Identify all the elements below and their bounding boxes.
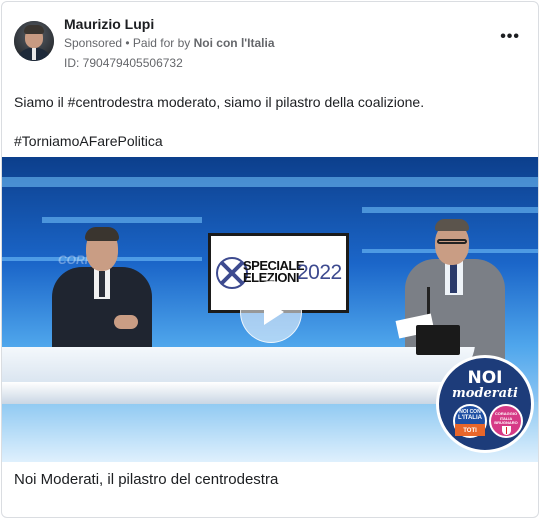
logo-title: NOI [467,368,503,388]
sponsored-label: Sponsored [64,36,123,50]
logo-right-bottom: BRUGNARO [494,420,518,425]
video-caption: Noi Moderati, il pilastro del centrodest… [14,471,279,488]
payer-name[interactable]: Noi con l'Italia [194,36,275,50]
logo-party-left: NOI CON L'ITALIA TOTI [453,404,487,438]
shield-icon [502,426,511,435]
screen-year: 2022 [297,261,342,284]
logo-left-bottom: TOTI [463,428,477,434]
ad-id: ID: 790479405506732 [64,56,183,70]
post-header: Maurizio Lupi Sponsored • Paid for by No… [2,2,538,82]
play-icon[interactable] [240,281,302,343]
studio-desk-front [2,382,462,404]
paid-for-label: Paid for by [132,36,194,50]
more-options-icon[interactable]: ••• [500,28,520,46]
author-name[interactable]: Maurizio Lupi [64,16,154,32]
studio-desk [2,347,475,387]
meta-separator: • [122,36,133,50]
guest-figure [52,227,162,357]
noi-moderati-logo: NOI moderati NOI CON L'ITALIA TOTI CORAG… [436,355,534,453]
logo-left-mid: L'ITALIA [458,415,482,421]
logo-party-right: CORAGGIO ITALIA BRUGNARO [489,404,523,438]
ad-card: Maurizio Lupi Sponsored • Paid for by No… [1,1,539,518]
avatar[interactable] [14,21,54,61]
host-laptop [416,325,460,355]
hashtag-link[interactable]: #TorniamoAFarePolitica [14,133,163,149]
video-player[interactable]: CORR SPECIALE ELEZIONI 2022 NOI moderati… [2,157,538,462]
logo-subtitle: moderati [451,386,518,401]
sponsored-line: Sponsored • Paid for by Noi con l'Italia [64,36,275,50]
post-text: Siamo il #centrodestra moderato, siamo i… [14,94,425,110]
